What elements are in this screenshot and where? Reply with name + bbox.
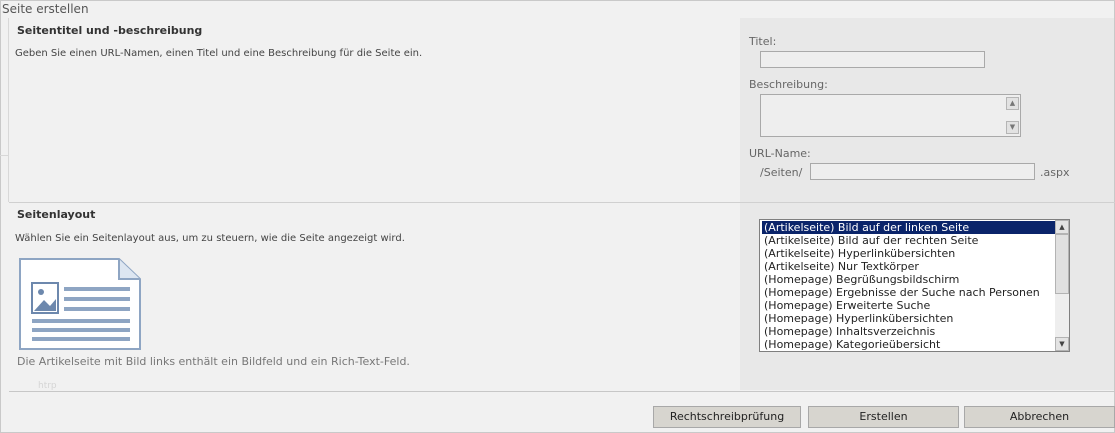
url-suffix: .aspx bbox=[1040, 166, 1070, 179]
listbox-option[interactable]: (Artikelseite) Hyperlinkübersichten bbox=[762, 247, 1056, 260]
section-title-heading: Seitentitel und -beschreibung bbox=[17, 24, 203, 37]
title-input[interactable] bbox=[760, 51, 985, 68]
title-label: Titel: bbox=[749, 35, 777, 48]
url-name-input[interactable] bbox=[810, 163, 1035, 180]
arrow-down-icon[interactable]: ▼ bbox=[1055, 337, 1069, 351]
layout-preview-caption: Die Artikelseite mit Bild links enthält … bbox=[17, 355, 410, 368]
button-bar-divider bbox=[9, 391, 1115, 392]
url-prefix: /Seiten/ bbox=[760, 166, 803, 179]
left-border-stub bbox=[0, 155, 8, 156]
arrow-up-icon[interactable]: ▲ bbox=[1006, 97, 1019, 110]
arrow-down-icon[interactable]: ▼ bbox=[1006, 121, 1019, 134]
listbox-option[interactable]: (Homepage) Ergebnisse der Suche nach Per… bbox=[762, 286, 1056, 299]
listbox-option[interactable]: (Homepage) Inhaltsverzeichnis bbox=[762, 325, 1056, 338]
listbox-option[interactable]: (Artikelseite) Bild auf der linken Seite bbox=[762, 221, 1056, 234]
section-divider bbox=[9, 202, 1115, 203]
cancel-button[interactable]: Abbrechen bbox=[964, 406, 1115, 428]
left-border bbox=[8, 18, 9, 202]
listbox-option[interactable]: (Artikelseite) Bild auf der rechten Seit… bbox=[762, 234, 1056, 247]
section-layout-description: Wählen Sie ein Seitenlayout aus, um zu s… bbox=[15, 233, 405, 244]
listbox-option[interactable]: (Artikelseite) Nur Textkörper bbox=[762, 260, 1056, 273]
section-title-description: Geben Sie einen URL-Namen, einen Titel u… bbox=[15, 48, 423, 59]
description-textarea[interactable]: ▲ ▼ bbox=[760, 94, 1021, 137]
listbox-option[interactable]: (Homepage) Kategorieübersicht bbox=[762, 338, 1056, 351]
preview-note: htrp bbox=[38, 381, 57, 391]
url-name-label: URL-Name: bbox=[749, 147, 811, 160]
section-layout-heading: Seitenlayout bbox=[17, 208, 96, 221]
create-button[interactable]: Erstellen bbox=[808, 406, 959, 428]
scrollbar-thumb[interactable] bbox=[1055, 234, 1069, 294]
arrow-up-icon[interactable]: ▲ bbox=[1055, 220, 1069, 234]
page-layout-listbox[interactable]: (Artikelseite) Bild auf der linken Seite… bbox=[759, 219, 1070, 352]
listbox-option[interactable]: (Homepage) Erweiterte Suche bbox=[762, 299, 1056, 312]
listbox-option[interactable]: (Homepage) Begrüßungsbildschirm bbox=[762, 273, 1056, 286]
page-layout-preview-icon bbox=[19, 258, 141, 350]
listbox-scrollbar[interactable]: ▲ ▼ bbox=[1055, 220, 1069, 351]
description-label: Beschreibung: bbox=[749, 78, 828, 91]
spellcheck-button[interactable]: Rechtschreibprüfung bbox=[653, 406, 801, 428]
page-title: Seite erstellen bbox=[2, 2, 89, 16]
listbox-option[interactable]: (Homepage) Hyperlinkübersichten bbox=[762, 312, 1056, 325]
